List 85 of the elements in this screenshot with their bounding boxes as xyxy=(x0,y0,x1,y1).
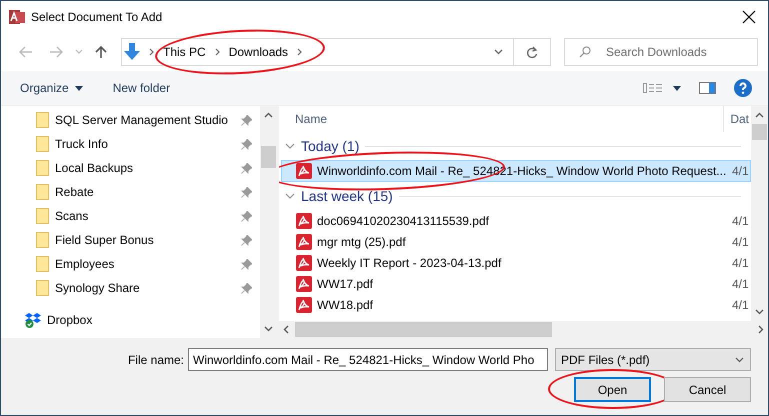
scroll-thumb[interactable] xyxy=(261,146,276,168)
pin-icon[interactable] xyxy=(241,258,252,270)
pin-icon[interactable] xyxy=(241,282,252,294)
pdf-file-icon xyxy=(296,163,312,179)
breadcrumb[interactable]: Downloads xyxy=(228,45,288,59)
file-row[interactable]: doc06941020230413115539.pdf 4/1 xyxy=(279,210,751,231)
sidebar-item[interactable]: Field Super Bonus xyxy=(55,233,241,247)
file-name: WW17.pdf xyxy=(317,276,374,290)
new-folder-button[interactable]: New folder xyxy=(112,81,170,95)
dropdown-caret-icon[interactable] xyxy=(74,86,83,90)
address-bar[interactable]: This PC Downloads xyxy=(121,38,551,66)
file-name: Weekly IT Report - 2023-04-13.pdf xyxy=(317,256,502,270)
column-header[interactable]: Name xyxy=(279,106,724,132)
chevron-right-icon xyxy=(297,48,302,56)
folder-icon xyxy=(36,208,49,224)
sidebar-item[interactable]: Scans xyxy=(55,209,241,223)
group-header[interactable]: Last week (15) xyxy=(301,188,393,204)
organize-menu[interactable]: Organize xyxy=(20,81,69,95)
help-icon[interactable] xyxy=(734,79,752,97)
dropbox-icon xyxy=(25,312,42,328)
file-name: WW18.pdf xyxy=(317,298,374,312)
folder-icon xyxy=(36,232,49,248)
pdf-file-icon xyxy=(296,234,312,250)
sidebar-item[interactable]: Truck Info xyxy=(55,137,241,151)
folder-icon xyxy=(36,136,49,152)
file-row[interactable]: mgr mtg (25).pdf 4/1 xyxy=(279,231,751,252)
file-date: 4/1 xyxy=(732,298,750,312)
dialog-button[interactable]: Open xyxy=(574,377,651,402)
scrollbar[interactable] xyxy=(279,321,768,338)
file-date: 4/1 xyxy=(732,234,750,248)
app-icon xyxy=(9,9,25,25)
chevron-right-icon xyxy=(214,48,220,56)
preview-pane-icon[interactable] xyxy=(699,82,716,94)
search-icon xyxy=(579,46,591,58)
scrollbar[interactable] xyxy=(260,106,277,338)
pin-icon[interactable] xyxy=(241,210,252,222)
group-header[interactable]: Today (1) xyxy=(301,138,360,154)
folder-icon xyxy=(36,184,49,200)
sidebar-item[interactable]: SQL Server Management Studio xyxy=(55,113,241,127)
file-name: mgr mtg (25).pdf xyxy=(317,234,406,248)
chevron-down-icon[interactable] xyxy=(285,143,295,149)
search-field[interactable]: Search Downloads xyxy=(564,38,758,66)
chevron-down-icon[interactable] xyxy=(285,193,295,199)
view-options-icon[interactable] xyxy=(643,83,663,93)
file-name: doc06941020230413115539.pdf xyxy=(317,214,489,228)
file-date: 4/1 xyxy=(732,214,750,228)
chevron-right-icon xyxy=(149,48,154,56)
dropdown-caret-icon[interactable] xyxy=(673,86,681,90)
pdf-file-icon xyxy=(296,276,312,292)
file-row[interactable]: WW17.pdf 4/1 xyxy=(279,273,751,294)
file-date: 4/1 xyxy=(732,256,750,270)
file-name-label: File name: xyxy=(128,352,184,366)
folder-icon xyxy=(36,160,49,176)
pin-icon[interactable] xyxy=(241,186,252,198)
chevron-down-icon[interactable] xyxy=(735,356,744,362)
file-row[interactable]: WW18.pdf 4/1 xyxy=(279,294,751,315)
file-date: 4/1 xyxy=(732,276,750,290)
folder-icon xyxy=(36,256,49,272)
folder-icon xyxy=(36,280,49,296)
scroll-thumb[interactable] xyxy=(295,322,552,337)
file-type-dropdown[interactable]: PDF Files (*.pdf) xyxy=(555,348,751,371)
scrollbar[interactable] xyxy=(751,106,768,321)
pdf-file-icon xyxy=(296,296,312,312)
sidebar-item[interactable]: Employees xyxy=(55,257,241,271)
scroll-thumb[interactable] xyxy=(752,124,767,140)
download-arrow-icon xyxy=(124,43,140,61)
pin-icon[interactable] xyxy=(241,162,252,174)
close-icon[interactable] xyxy=(742,10,756,24)
sidebar-item[interactable]: Rebate xyxy=(55,185,241,199)
pdf-file-icon xyxy=(296,254,312,270)
pdf-file-icon xyxy=(296,212,312,228)
file-name-field[interactable]: Winworldinfo.com Mail - Re_ 524821-Hicks_ Window World Pho xyxy=(188,348,548,371)
sidebar-item[interactable]: Local Backups xyxy=(55,161,241,175)
sidebar-item[interactable]: Synology Share xyxy=(55,281,241,295)
dialog-button[interactable]: Cancel xyxy=(664,377,751,402)
column-header[interactable]: Dat xyxy=(724,112,751,126)
breadcrumb[interactable]: This PC xyxy=(163,45,206,59)
file-date: 4/1 xyxy=(732,164,750,178)
sidebar-item[interactable]: Dropbox xyxy=(47,313,252,327)
pin-icon[interactable] xyxy=(241,234,252,246)
folder-icon xyxy=(36,112,49,128)
pin-icon[interactable] xyxy=(241,138,252,150)
pin-icon[interactable] xyxy=(241,114,252,126)
file-row[interactable]: Weekly IT Report - 2023-04-13.pdf 4/1 xyxy=(279,252,751,273)
window-title: Select Document To Add xyxy=(31,10,164,24)
